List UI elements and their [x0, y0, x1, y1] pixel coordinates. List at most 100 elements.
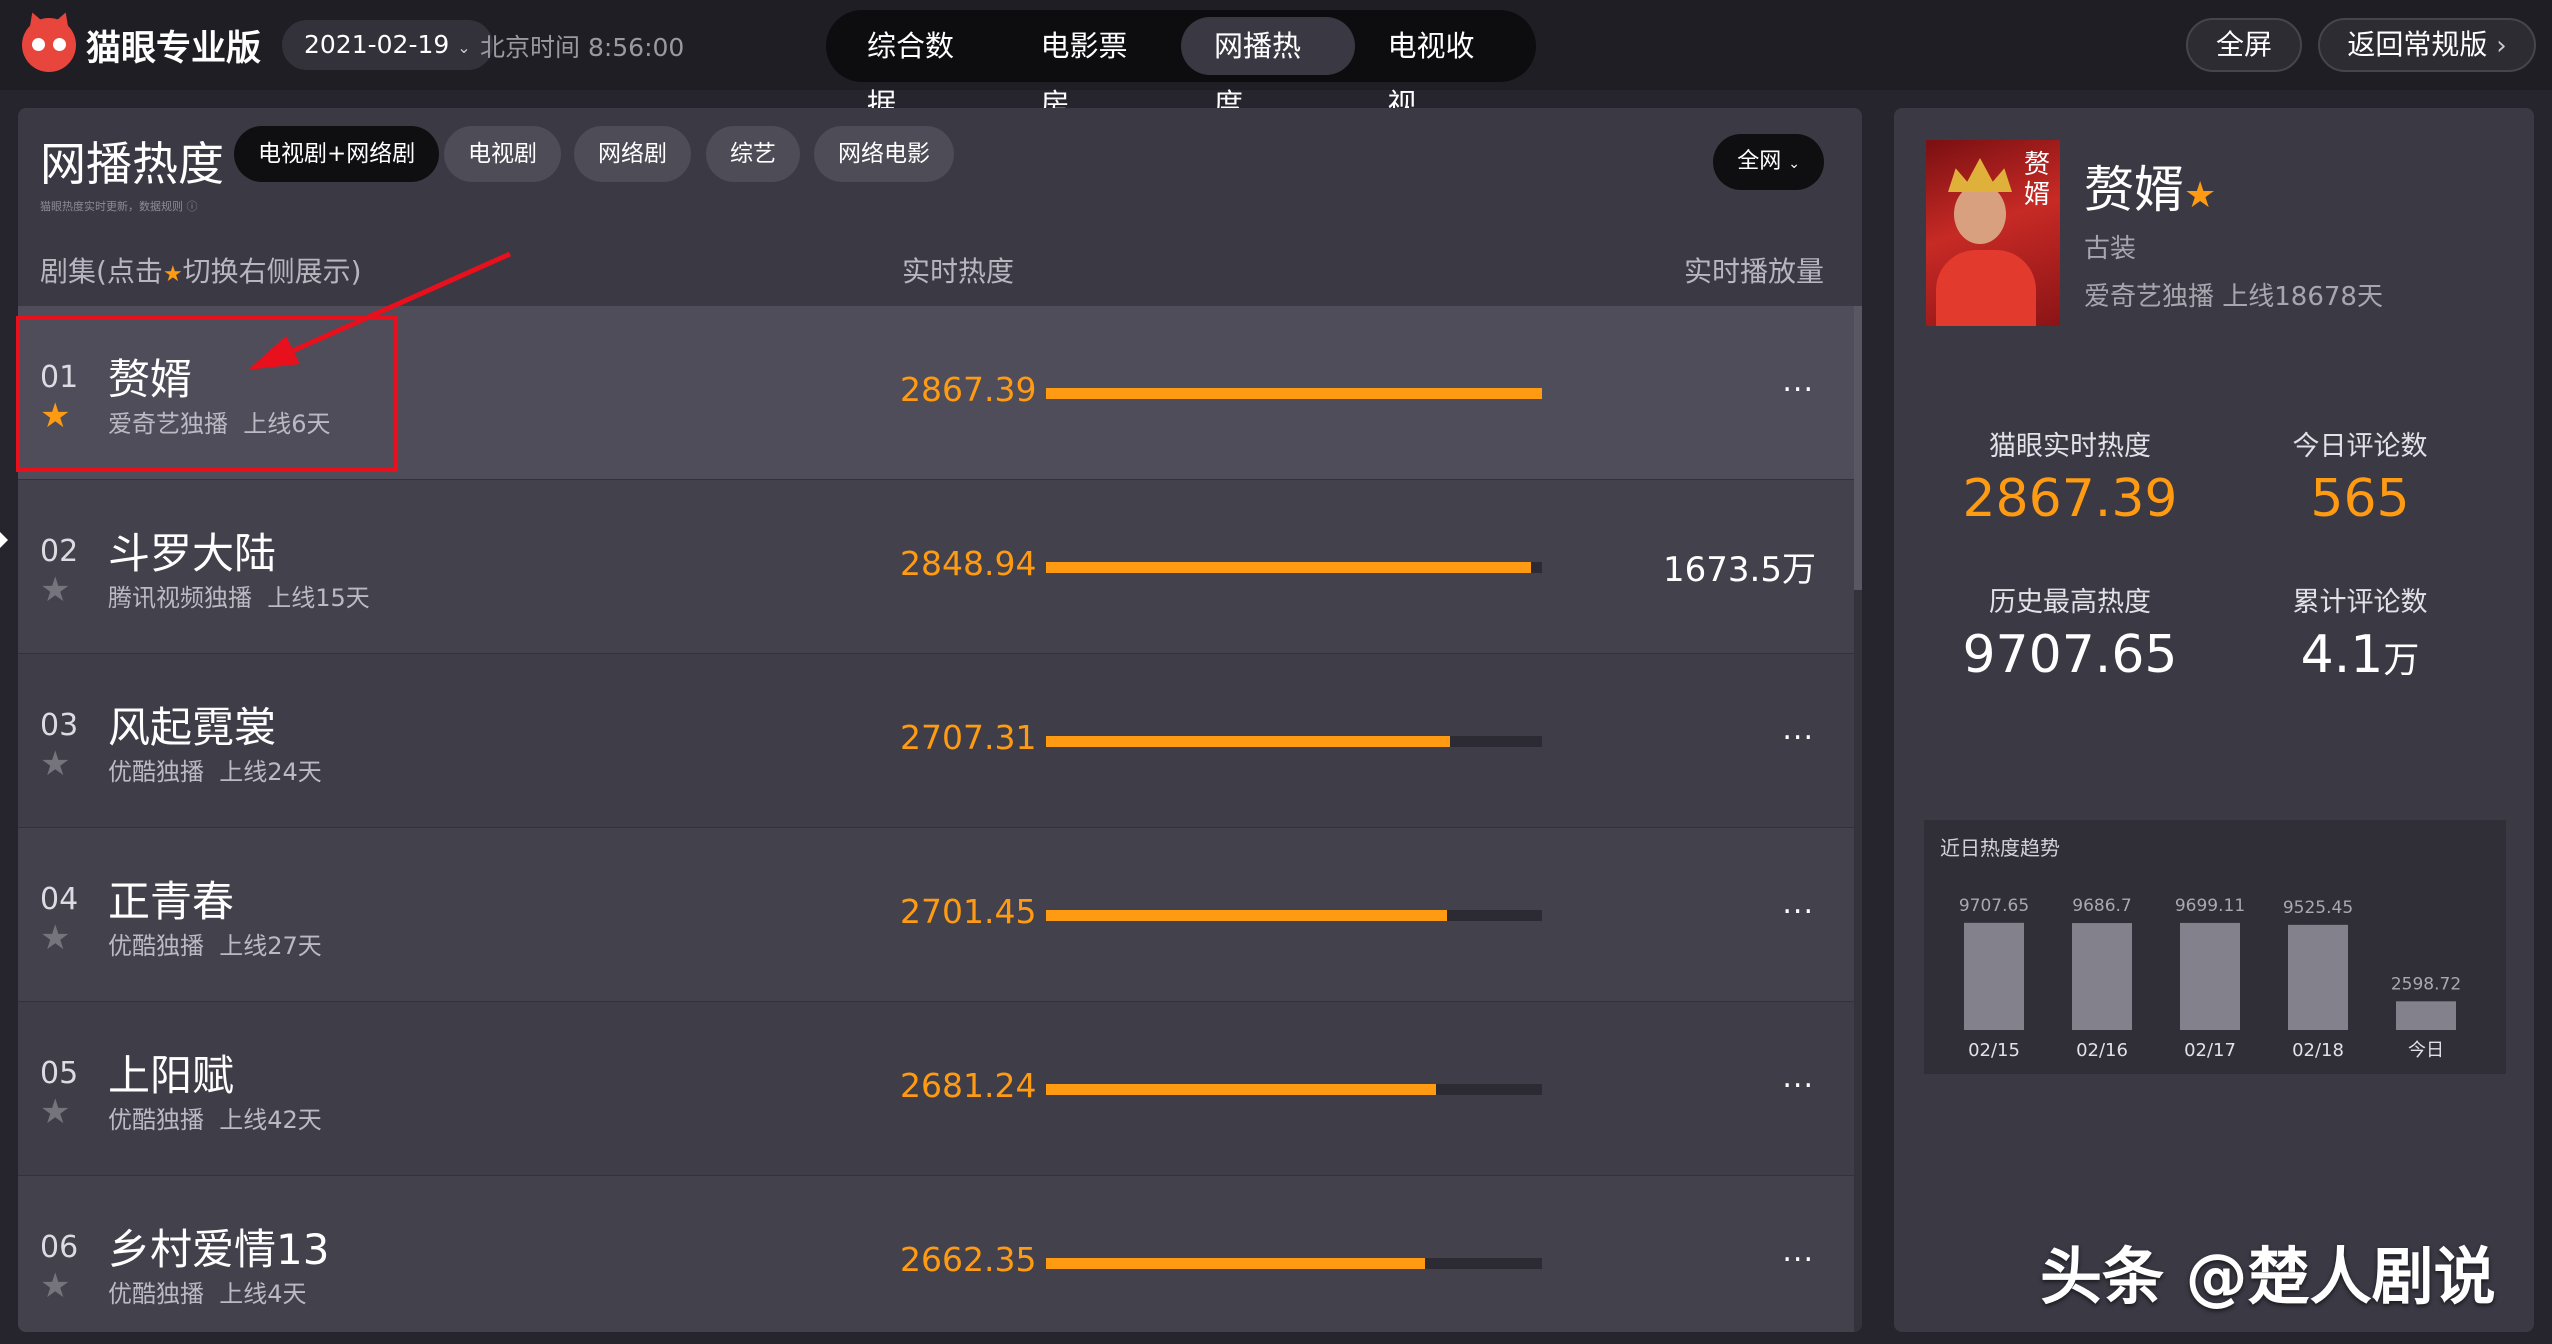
- series-platform: 腾讯视频独播: [108, 584, 252, 612]
- tick-label: 02/18: [2292, 1040, 2344, 1061]
- star-icon[interactable]: ★: [40, 1092, 70, 1132]
- poster-figure-face: [1954, 184, 2006, 244]
- table-row[interactable]: 03 ★ 风起霓裳优酷独播 上线24天 2707.31...: [18, 654, 1862, 828]
- chart-bar: [2396, 1001, 2456, 1030]
- series-meta: 腾讯视频独播 上线15天: [108, 578, 370, 613]
- more-icon[interactable]: ...: [1782, 712, 1814, 747]
- series-name: 风起霓裳: [108, 703, 277, 752]
- series-platform: 优酷独播: [108, 758, 204, 786]
- filter-tv-and-web[interactable]: 电视剧+网络剧: [234, 126, 440, 182]
- date-picker[interactable]: 2021-02-19 ⌄: [282, 20, 493, 70]
- filter-tv[interactable]: 电视剧: [444, 126, 561, 182]
- play-count: 1673.5万: [1663, 550, 1816, 590]
- page-title: 网播热度: [40, 137, 224, 191]
- series-name: 上阳赋: [108, 1051, 235, 1100]
- logo-text: 猫眼专业版: [86, 28, 262, 69]
- fullscreen-button[interactable]: 全屏: [2186, 18, 2302, 72]
- cat-logo-icon: [22, 9, 76, 72]
- filter-web-series[interactable]: 网络剧: [574, 126, 691, 182]
- stat-history-max-heat: 历史最高热度 9707.65: [1930, 580, 2210, 685]
- tab-box-office[interactable]: 电影票房: [1008, 17, 1182, 121]
- table-row[interactable]: 06 ★ 乡村爱情13 优酷独播 上线4天 2662.35...: [18, 1176, 1862, 1332]
- heat-score: 2701.45: [900, 892, 1037, 931]
- heat-bar-fill: [1046, 562, 1532, 573]
- chevron-down-icon: ⌄: [1788, 156, 1800, 172]
- drama-poster[interactable]: 赘婿: [1926, 140, 2060, 326]
- series-platform: 优酷独播: [108, 1106, 204, 1134]
- stat-today-comments: 今日评论数 565: [2220, 424, 2500, 529]
- star-icon[interactable]: ★: [40, 570, 70, 610]
- chart-bar: [2180, 922, 2240, 1030]
- heat-trend-svg: 9707.65 02/15 9686.7 02/16 9699.11 02/17 9525.…: [1959, 896, 2461, 1061]
- detail-panel: 赘婿 赘婿★ 古装 爱奇艺独播 上线18678天 猫眼实时热度 2867.39 …: [1894, 108, 2534, 1332]
- series-days: 上线4天: [219, 1280, 307, 1308]
- filter-variety[interactable]: 综艺: [706, 126, 800, 182]
- filter-web-movie[interactable]: 网络电影: [814, 126, 954, 182]
- scope-dropdown[interactable]: 全网 ⌄: [1713, 134, 1824, 190]
- stat-realtime-heat: 猫眼实时热度 2867.39: [1930, 424, 2210, 529]
- star-icon[interactable]: ★: [40, 918, 70, 958]
- table-row[interactable]: 04 ★ 正青春 优酷独播 上线27天 2701.45...: [18, 828, 1862, 1002]
- star-icon[interactable]: ★: [40, 744, 70, 784]
- data-label: 9525.45: [2283, 898, 2353, 918]
- ranking-header: 网播热度 猫眼热度实时更新，数据规则 ⓘ 电视剧+网络剧 电视剧 网络剧 综艺 …: [18, 108, 1862, 226]
- table-row[interactable]: 05 ★ 上阳赋 优酷独播 上线42天 2681.24...: [18, 1002, 1862, 1176]
- stat-value: 9707.65: [1962, 625, 2178, 685]
- detail-platform-info: 爱奇艺独播 上线18678天: [2084, 282, 2383, 312]
- table-row[interactable]: 02 ★ 斗罗大陆 腾讯视频独播 上线15天 2848.94 1673.5万: [18, 480, 1862, 654]
- series-days: 上线15天: [267, 584, 370, 612]
- logo[interactable]: 猫眼专业版: [22, 9, 262, 72]
- scope-value: 全网: [1737, 149, 1782, 174]
- series-name: 正青春: [108, 877, 235, 926]
- star-icon[interactable]: ★: [2184, 175, 2216, 216]
- series-days: 上线27天: [219, 932, 322, 960]
- chart-bar: [2072, 923, 2132, 1030]
- top-bar: 猫眼专业版 2021-02-19 ⌄ 北京时间 8:56:00 综合数据 电影票房…: [0, 0, 2552, 121]
- poster-figure-body: [1936, 250, 2036, 326]
- heat-trend-chart: 近日热度趋势 9707.65 02/15 9686.7 02/16 9699.11 02/…: [1924, 820, 2506, 1074]
- star-icon[interactable]: ★: [40, 1266, 70, 1306]
- tab-web-heat[interactable]: 网播热度: [1181, 17, 1355, 121]
- tick-label: 今日: [2408, 1040, 2444, 1061]
- more-icon[interactable]: ...: [1782, 886, 1814, 921]
- back-to-normal-button[interactable]: 返回常规版 ›: [2318, 18, 2536, 72]
- series-days: 上线24天: [219, 758, 322, 786]
- side-collapse-marker[interactable]: [0, 532, 8, 548]
- stat-value-number: 4.1: [2300, 625, 2384, 685]
- stat-value: 565: [2310, 469, 2410, 529]
- rank-number: 03: [40, 708, 79, 743]
- info-icon[interactable]: ⓘ: [187, 200, 198, 213]
- more-icon[interactable]: ...: [1782, 364, 1814, 399]
- heat-bar-fill: [1046, 1084, 1436, 1095]
- detail-title-text: 赘婿: [2084, 161, 2184, 219]
- stat-value: 4.1万: [2220, 625, 2500, 685]
- heat-score: 2662.35: [900, 1240, 1037, 1279]
- heat-score: 2707.31: [900, 718, 1037, 757]
- data-label: 2598.72: [2391, 974, 2461, 994]
- chart-bar: [2288, 924, 2348, 1030]
- series-platform: 优酷独播: [108, 1280, 204, 1308]
- detail-title: 赘婿★: [2084, 150, 2216, 222]
- heat-score: 2848.94: [900, 544, 1037, 583]
- stat-label: 历史最高热度: [1989, 587, 2151, 618]
- scrollbar-thumb[interactable]: [1854, 306, 1862, 590]
- data-label: 9686.7: [2072, 896, 2131, 916]
- series-platform: 优酷独播: [108, 932, 204, 960]
- tab-tv-ratings[interactable]: 电视收视: [1355, 17, 1529, 121]
- main-nav: 综合数据 电影票房 网播热度 电视收视: [826, 10, 1536, 121]
- heat-bar-fill: [1046, 736, 1451, 747]
- tab-overview[interactable]: 综合数据: [834, 17, 1008, 121]
- heat-bar-fill: [1046, 388, 1542, 399]
- chevron-down-icon: ⌄: [457, 38, 471, 57]
- series-meta: 优酷独播 上线4天: [108, 1274, 307, 1309]
- heat-bar-track: [1046, 562, 1542, 573]
- beijing-time: 北京时间 8:56:00: [480, 33, 685, 62]
- column-header-heat: 实时热度: [902, 255, 1015, 288]
- heat-bar-fill: [1046, 1258, 1425, 1269]
- heat-bar-track: [1046, 388, 1542, 399]
- annotation-highlight-box: [16, 316, 398, 472]
- back-to-normal-label: 返回常规版: [2347, 28, 2488, 61]
- chevron-right-icon: ›: [2496, 31, 2507, 61]
- more-icon[interactable]: ...: [1782, 1060, 1814, 1095]
- more-icon[interactable]: ...: [1782, 1234, 1814, 1269]
